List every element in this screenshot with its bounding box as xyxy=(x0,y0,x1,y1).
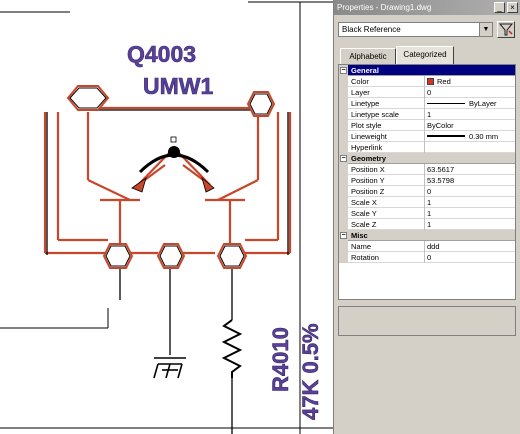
property-value[interactable]: 1 xyxy=(427,109,515,120)
property-value[interactable]: 1 xyxy=(427,208,515,219)
property-row-scale-y[interactable]: Scale Y 1 xyxy=(339,208,515,219)
property-name: Scale Z xyxy=(351,219,425,230)
category-geometry-label: Geometry xyxy=(351,154,387,163)
property-row-hyperlink[interactable]: Hyperlink xyxy=(339,142,515,153)
lineweight-preview-icon xyxy=(427,135,465,137)
component-value-text: UMW1 xyxy=(143,73,213,99)
transistor-symbol xyxy=(131,136,215,193)
funnel-icon xyxy=(498,23,514,36)
property-value[interactable]: 0 xyxy=(427,252,515,263)
property-name: Layer xyxy=(351,87,425,98)
property-name: Scale X xyxy=(351,197,425,208)
property-row-position-z[interactable]: Position Z 0 xyxy=(339,186,515,197)
resistor-value-text: 47K 0.5% xyxy=(298,323,323,420)
tab-alphabetic[interactable]: Alphabetic xyxy=(340,48,396,64)
property-name: Position Y xyxy=(351,175,425,186)
ground-symbol xyxy=(153,357,186,379)
property-value[interactable]: ddd xyxy=(427,241,515,252)
property-name: Scale Y xyxy=(351,208,425,219)
collapse-icon[interactable]: − xyxy=(340,232,347,239)
properties-grid[interactable]: − General Color Red Layer 0 Linetype ByL… xyxy=(338,64,516,300)
chevron-down-icon[interactable]: ▼ xyxy=(479,23,492,36)
property-value[interactable]: 63.5617 xyxy=(427,164,515,175)
property-value[interactable]: 1 xyxy=(427,197,515,208)
tab-categorized[interactable]: Categorized xyxy=(396,46,454,65)
tab-alphabetic-label: Alphabetic xyxy=(349,52,387,61)
property-value-text: 0.30 mm xyxy=(469,132,499,141)
collapse-icon[interactable]: − xyxy=(340,155,347,162)
property-value-text: ByLayer xyxy=(469,99,497,108)
object-type-value: Black Reference xyxy=(342,25,401,34)
junction-node xyxy=(102,243,134,269)
property-row-color[interactable]: Color Red xyxy=(339,76,515,87)
close-icon[interactable]: × xyxy=(507,2,518,13)
category-general-label: General xyxy=(351,66,379,75)
color-swatch-icon xyxy=(427,78,434,85)
property-value[interactable]: 1 xyxy=(427,219,515,230)
property-row-scale-x[interactable]: Scale X 1 xyxy=(339,197,515,208)
property-row-scale-z[interactable]: Scale Z 1 xyxy=(339,219,515,230)
junction-node xyxy=(246,91,276,117)
property-name: Linetype xyxy=(351,98,425,109)
schematic-black-wires xyxy=(46,109,289,434)
category-geometry[interactable]: − Geometry xyxy=(339,153,515,164)
property-value[interactable] xyxy=(427,142,515,153)
resistor-ref-text: R4010 xyxy=(268,327,293,392)
linetype-preview-icon xyxy=(427,103,465,104)
component-ref-text: Q4003 xyxy=(127,41,196,67)
palette-titlebar[interactable]: Properties - Drawing1.dwg _ × xyxy=(334,0,520,15)
property-row-layer[interactable]: Layer 0 xyxy=(339,87,515,98)
property-name: Lineweight xyxy=(351,131,425,142)
property-value[interactable]: 0 xyxy=(427,186,515,197)
property-name: Rotation xyxy=(351,252,425,263)
property-value-text: Red xyxy=(437,77,451,86)
tab-categorized-label: Categorized xyxy=(403,50,447,59)
junction-node xyxy=(216,243,248,269)
category-misc[interactable]: − Misc xyxy=(339,230,515,241)
property-name: Hyperlink xyxy=(351,142,425,153)
description-panel xyxy=(338,306,516,336)
property-row-name[interactable]: Name ddd xyxy=(339,241,515,252)
properties-palette: Properties - Drawing1.dwg _ × Black Refe… xyxy=(333,0,520,434)
collapse-icon[interactable]: − xyxy=(340,67,347,74)
property-name: Color xyxy=(351,76,425,87)
property-row-position-x[interactable]: Position X 63.5617 xyxy=(339,164,515,175)
property-row-lineweight[interactable]: Lineweight 0.30 mm xyxy=(339,131,515,142)
property-value[interactable]: ByColor xyxy=(427,120,515,131)
property-row-linetype-scale[interactable]: Linetype scale 1 xyxy=(339,109,515,120)
property-value[interactable]: ByLayer xyxy=(427,98,515,109)
property-name: Name xyxy=(351,241,425,252)
object-type-dropdown[interactable]: Black Reference ▼ xyxy=(338,22,493,37)
category-misc-label: Misc xyxy=(351,231,368,240)
property-name: Position X xyxy=(351,164,425,175)
property-name: Linetype scale xyxy=(351,109,425,120)
quick-select-button[interactable] xyxy=(497,21,515,38)
schematic-wires xyxy=(43,106,292,255)
category-general[interactable]: − General xyxy=(339,65,515,76)
property-row-position-y[interactable]: Position Y 53.5798 xyxy=(339,175,515,186)
property-name: Plot style xyxy=(351,120,425,131)
property-row-plot-style[interactable]: Plot style ByColor xyxy=(339,120,515,131)
property-value[interactable]: 53.5798 xyxy=(427,175,515,186)
junction-node xyxy=(66,85,110,111)
property-row-rotation[interactable]: Rotation 0 xyxy=(339,252,515,263)
property-value[interactable]: Red xyxy=(427,76,515,87)
minimize-icon[interactable]: _ xyxy=(494,2,505,13)
resistor-symbol xyxy=(221,319,243,378)
property-value[interactable]: 0.30 mm xyxy=(427,131,515,142)
property-value[interactable]: 0 xyxy=(427,87,515,98)
palette-title: Properties - Drawing1.dwg xyxy=(337,3,432,12)
junction-node xyxy=(156,243,186,269)
property-name: Position Z xyxy=(351,186,425,197)
property-row-linetype[interactable]: Linetype ByLayer xyxy=(339,98,515,109)
